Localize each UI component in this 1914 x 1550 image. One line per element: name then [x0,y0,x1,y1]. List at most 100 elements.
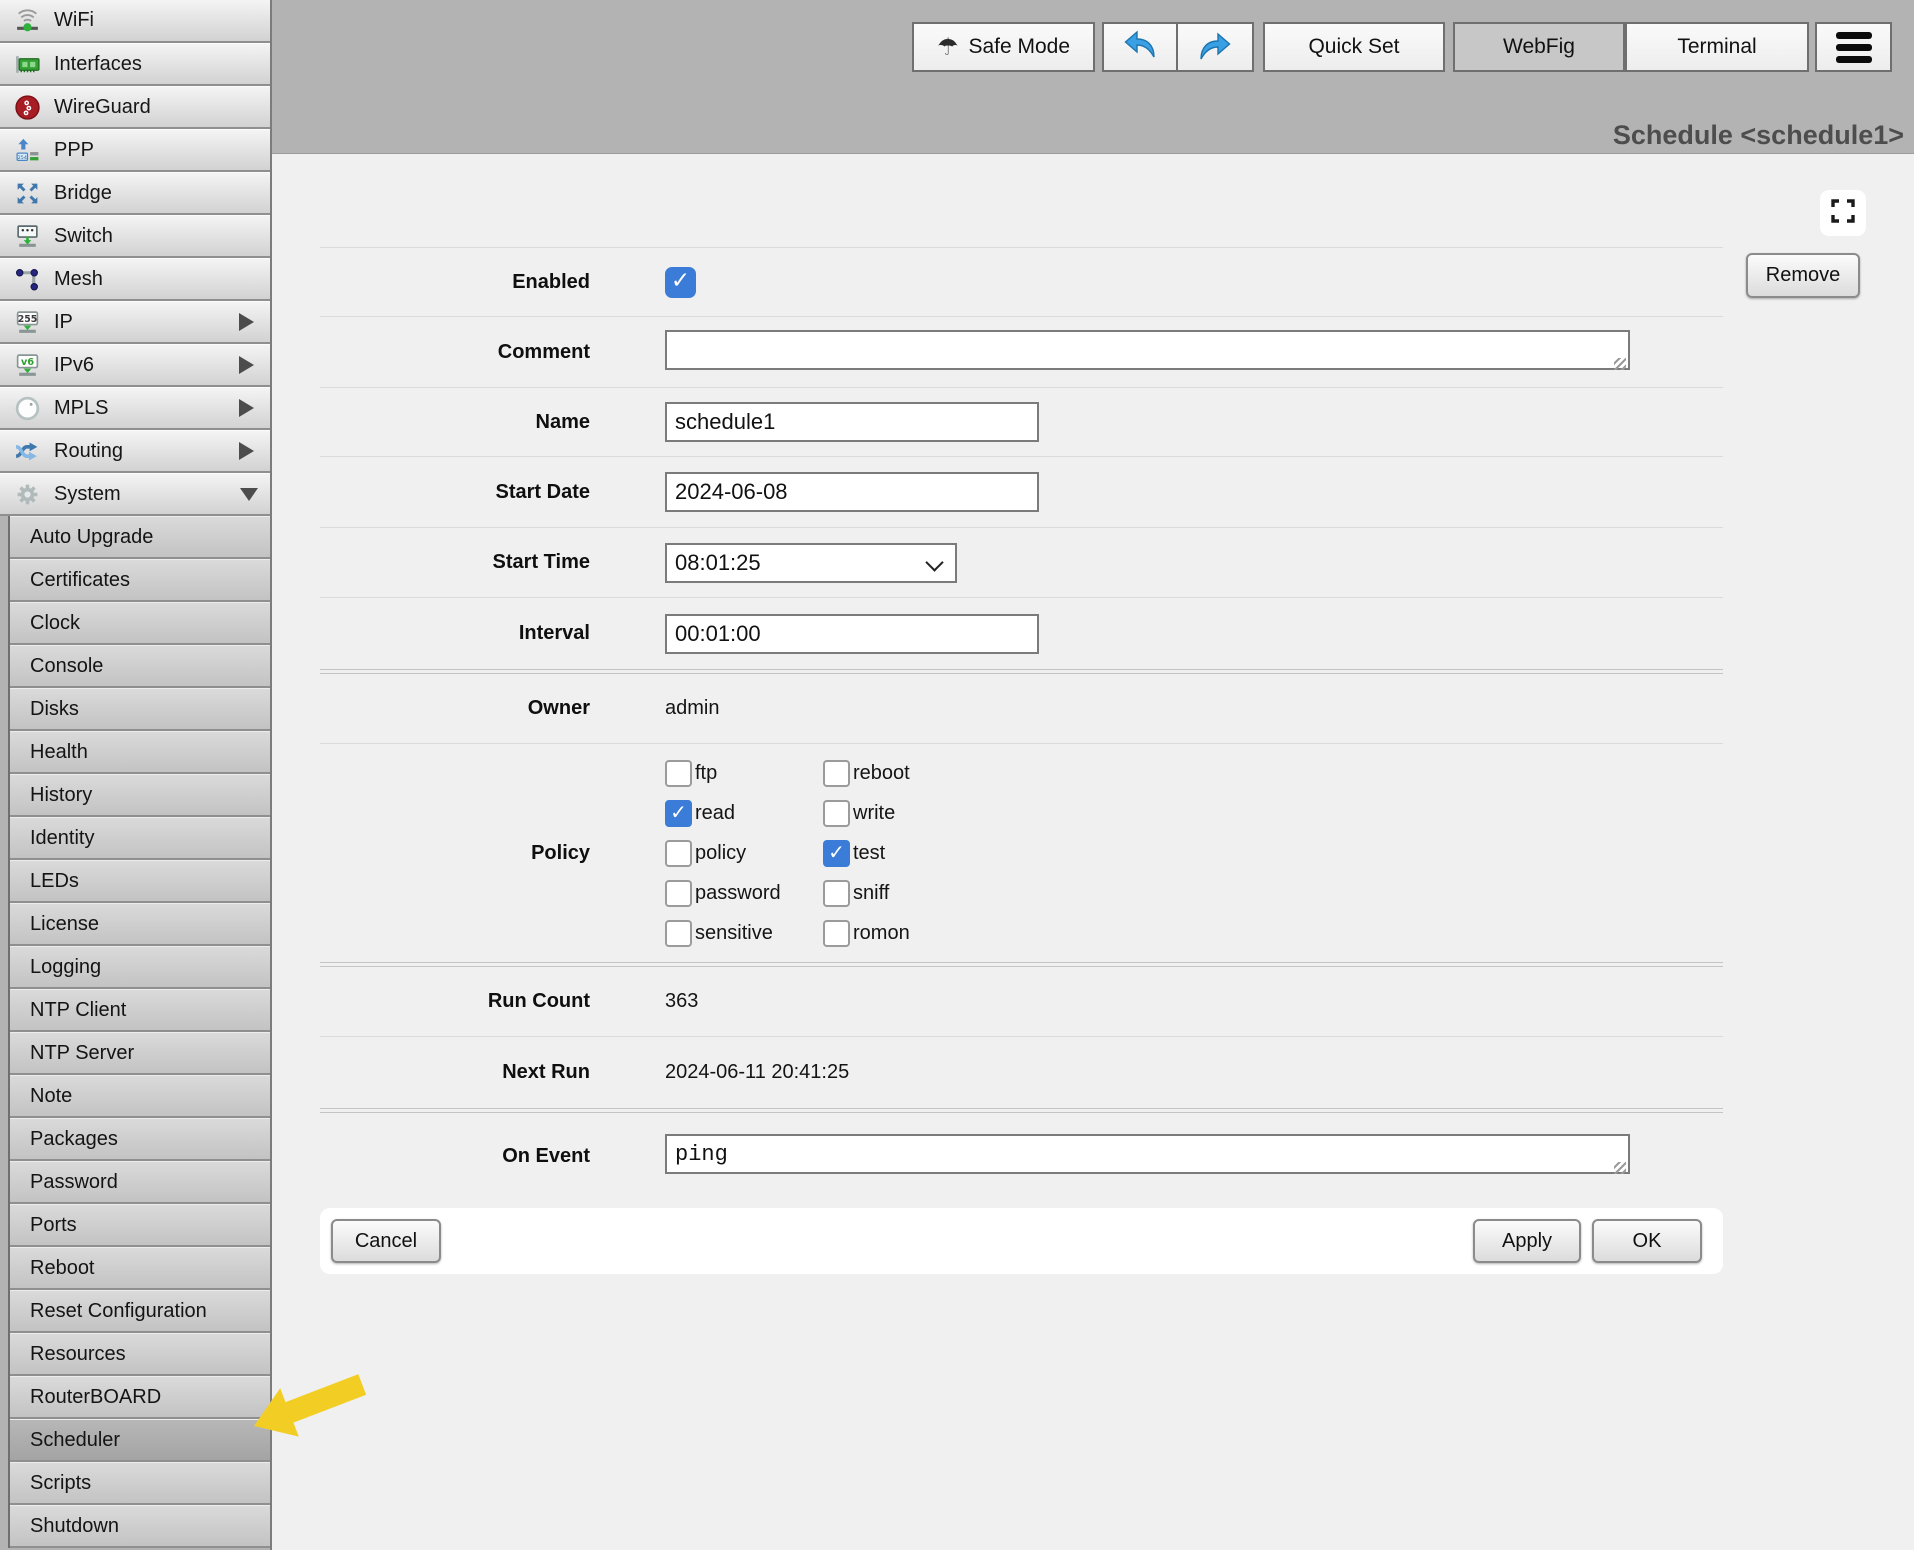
submenu-arrow-icon [239,399,254,417]
sidebar-item-certificates[interactable]: Certificates [10,559,270,602]
policy-romon[interactable]: romon [823,920,1043,947]
sidebar-item-ppp[interactable]: 254 PPP [0,129,270,172]
sidebar-item-system[interactable]: System [0,473,270,516]
sidebar-item-resources[interactable]: Resources [10,1333,270,1376]
sidebar-item-auto-upgrade[interactable]: Auto Upgrade [10,516,270,559]
fullscreen-button[interactable] [1820,190,1866,236]
policy-ftp[interactable]: ftp [665,760,823,787]
sidebar-item-clock[interactable]: Clock [10,602,270,645]
enabled-checkbox[interactable] [665,267,696,298]
redo-button[interactable] [1178,22,1254,72]
run-count-value: 363 [665,990,698,1013]
sidebar-item-reboot[interactable]: Reboot [10,1247,270,1290]
menu-button[interactable] [1815,22,1892,72]
checkbox-icon[interactable] [823,760,850,787]
quick-set-label: Quick Set [1308,35,1399,59]
sub-item-label: Reboot [30,1257,95,1280]
bridge-icon [14,180,41,207]
safe-mode-button[interactable]: ☂ Safe Mode [912,22,1095,72]
checkbox-icon[interactable] [665,760,692,787]
undo-button[interactable] [1102,22,1178,72]
sidebar-item-label: WireGuard [54,96,151,119]
tab-quick-set[interactable]: Quick Set [1263,22,1445,72]
sub-item-label: Scripts [30,1472,91,1495]
cancel-button[interactable]: Cancel [331,1219,441,1263]
checkbox-icon[interactable] [665,840,692,867]
next-run-label: Next Run [320,1061,590,1084]
sidebar-item-logging[interactable]: Logging [10,946,270,989]
policy-test[interactable]: test [823,840,1043,867]
sidebar-item-switch[interactable]: Switch [0,215,270,258]
checkbox-icon[interactable] [823,920,850,947]
svg-text:v6: v6 [21,357,34,368]
hamburger-icon [1836,32,1872,63]
sidebar-item-disks[interactable]: Disks [10,688,270,731]
checkbox-icon[interactable] [665,880,692,907]
policy-sensitive[interactable]: sensitive [665,920,823,947]
sidebar-item-password[interactable]: Password [10,1161,270,1204]
interval-input[interactable] [665,614,1039,654]
remove-label: Remove [1766,264,1840,287]
apply-label: Apply [1502,1230,1552,1253]
sidebar-item-mpls[interactable]: MPLS [0,387,270,430]
checkbox-icon[interactable] [823,840,850,867]
checkbox-icon[interactable] [823,880,850,907]
start-date-input[interactable] [665,472,1039,512]
policy-reboot[interactable]: reboot [823,760,1043,787]
sidebar-item-ntp-server[interactable]: NTP Server [10,1032,270,1075]
enabled-row: Enabled [320,247,1723,317]
remove-button[interactable]: Remove [1746,253,1860,298]
sidebar-item-routerboard[interactable]: RouterBOARD [10,1376,270,1419]
sidebar-item-wifi[interactable]: WiFi [0,0,270,43]
sidebar-item-interfaces[interactable]: Interfaces [0,43,270,86]
sidebar-item-scheduler[interactable]: Scheduler [10,1419,270,1462]
checkbox-icon[interactable] [823,800,850,827]
checkbox-icon[interactable] [665,920,692,947]
policy-password[interactable]: password [665,880,823,907]
policy-sniff[interactable]: sniff [823,880,1043,907]
submenu-arrow-icon [239,356,254,374]
sidebar-item-history[interactable]: History [10,774,270,817]
sidebar-item-bridge[interactable]: Bridge [0,172,270,215]
sidebar-item-wireguard[interactable]: WireGuard [0,86,270,129]
sidebar-item-note[interactable]: Note [10,1075,270,1118]
sidebar-item-label: Bridge [54,182,112,205]
apply-button[interactable]: Apply [1473,1219,1581,1263]
ok-button[interactable]: OK [1592,1219,1702,1263]
sidebar-item-ports[interactable]: Ports [10,1204,270,1247]
policy-write[interactable]: write [823,800,1043,827]
interval-row: Interval [320,598,1723,669]
sidebar-item-packages[interactable]: Packages [10,1118,270,1161]
sidebar-item-shutdown[interactable]: Shutdown [10,1505,270,1548]
ok-label: OK [1633,1230,1662,1253]
name-input[interactable] [665,402,1039,442]
comment-input[interactable] [665,330,1630,370]
sidebar-item-scripts[interactable]: Scripts [10,1462,270,1505]
sidebar-item-ntp-client[interactable]: NTP Client [10,989,270,1032]
submenu-arrow-icon [239,313,254,331]
sidebar-item-reset-configuration[interactable]: Reset Configuration [10,1290,270,1333]
start-time-select[interactable]: 08:01:25 [665,543,957,583]
on-event-input[interactable]: ping [665,1134,1630,1174]
sidebar-item-console[interactable]: Console [10,645,270,688]
sidebar-item-health[interactable]: Health [10,731,270,774]
tab-terminal[interactable]: Terminal [1625,22,1809,72]
sidebar-item-ipv6[interactable]: v6 IPv6 [0,344,270,387]
on-event-row: On Event ping [320,1113,1723,1199]
owner-value: admin [665,697,719,720]
sidebar-item-routing[interactable]: Routing [0,430,270,473]
switch-icon [14,223,41,250]
sidebar-item-license[interactable]: License [10,903,270,946]
sidebar-item-mesh[interactable]: Mesh [0,258,270,301]
policy-option-label: sensitive [695,922,773,945]
policy-read[interactable]: read [665,800,823,827]
checkbox-icon[interactable] [665,800,692,827]
sidebar-item-identity[interactable]: Identity [10,817,270,860]
main-content: ☂ Safe Mode Quick Set WebFig Terminal Sc… [272,0,1914,1550]
policy-policy[interactable]: policy [665,840,823,867]
sidebar-item-leds[interactable]: LEDs [10,860,270,903]
sidebar-item-ip[interactable]: 255 IP [0,301,270,344]
tab-webfig[interactable]: WebFig [1453,22,1625,72]
policy-option-label: romon [853,922,910,945]
comment-label: Comment [320,341,590,364]
